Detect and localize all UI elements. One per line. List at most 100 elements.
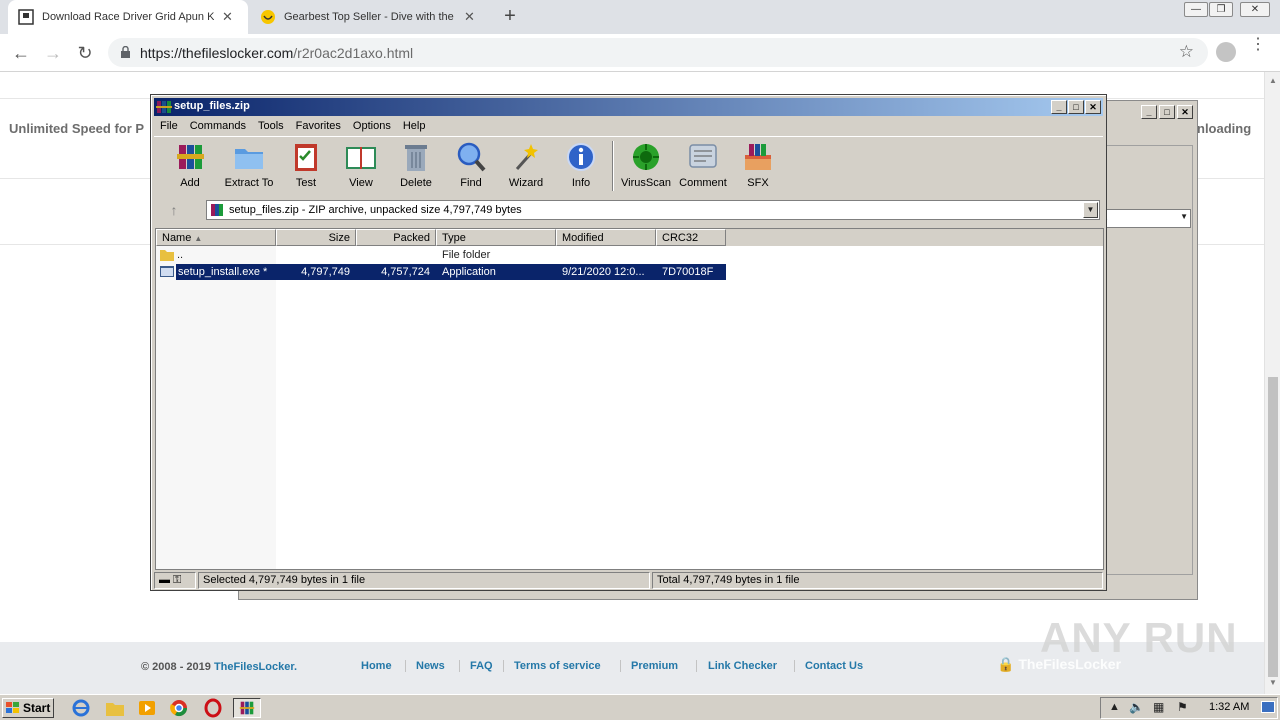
clock[interactable]: 1:32 AM [1209,701,1249,713]
wizard-button[interactable]: Wizard [497,141,555,193]
extract-folder-icon [235,149,263,169]
close-button[interactable]: ✕ [1085,100,1101,114]
volume-icon[interactable]: 🔈 [1129,700,1144,714]
footer-separator [405,660,406,672]
footer-link-terms[interactable]: Terms of service [514,660,601,672]
tool-label: Add [180,177,200,189]
browser-menu-icon[interactable]: ⋮ [1250,37,1266,62]
scroll-down-icon[interactable]: ▼ [1268,678,1278,688]
window-buttons: _ □ ✕ [1051,100,1101,114]
cell-crc [662,247,724,263]
footer-link-home[interactable]: Home [361,660,392,672]
column-packed[interactable]: Packed [356,229,436,246]
file-list[interactable]: Name ▲ Size Packed Type Modified CRC32 .… [155,228,1104,570]
up-arrow-icon[interactable]: ↑ [162,201,186,219]
cell-name: setup_install.exe * [178,266,268,278]
tab-close-icon[interactable]: ✕ [464,9,475,25]
sfx-button[interactable]: SFX [729,141,787,193]
maximize-button[interactable]: □ [1068,100,1084,114]
action-center-flag-icon[interactable]: ⚑ [1177,700,1188,714]
back-arrow-icon[interactable]: ← [10,42,32,64]
bookmark-star-icon[interactable]: ☆ [1179,42,1194,62]
tab-close-icon[interactable]: ✕ [222,9,233,25]
view-button[interactable]: View [332,141,390,193]
bg-window-buttons: _ □ ✕ [1141,105,1193,119]
address-row: ↑ setup_files.zip - ZIP archive, unpacke… [154,199,1103,221]
tool-label: Wizard [508,177,544,189]
url-text: https://thefileslocker.com/r2r0ac2d1axo.… [140,45,414,61]
footer-link-link-checker[interactable]: Link Checker [708,660,777,672]
footer-link-premium[interactable]: Premium [631,660,678,672]
show-desktop-icon[interactable] [1261,701,1275,713]
menu-favorites[interactable]: Favorites [290,117,347,135]
address-bar[interactable]: https://thefileslocker.com/r2r0ac2d1axo.… [108,38,1208,67]
column-type[interactable]: Type [436,229,556,246]
table-row-selected[interactable]: setup_install.exe * 4,797,749 4,757,724 … [156,264,756,280]
network-icon[interactable]: ▦ [1153,700,1164,714]
list-header: Name ▲ Size Packed Type Modified CRC32 [156,229,1103,246]
drive-icons[interactable]: ▬ ⚿ [154,572,196,589]
menu-options[interactable]: Options [347,117,397,135]
profile-avatar-icon[interactable] [1216,42,1236,62]
test-button[interactable]: Test [277,141,335,193]
archive-path-combo[interactable]: setup_files.zip - ZIP archive, unpacked … [206,200,1100,220]
page-scrollbar[interactable]: ▲ ▼ [1264,72,1280,694]
column-crc32[interactable]: CRC32 [656,229,726,246]
menu-help[interactable]: Help [397,117,432,135]
footer-link-contact[interactable]: Contact Us [805,660,863,672]
cell-crc: 7D70018F [662,266,714,278]
ie-icon[interactable] [70,698,92,718]
scroll-up-icon[interactable]: ▲ [1268,76,1278,86]
delete-button[interactable]: Delete [387,141,445,193]
chrome-icon[interactable] [168,698,190,718]
opera-icon[interactable] [202,698,224,718]
tool-label: Test [295,177,317,189]
forward-arrow-icon[interactable]: → [42,42,64,64]
restore-button[interactable]: ❐ [1209,2,1233,17]
virus-scan-icon [633,144,659,170]
tool-label: Extract To [224,177,274,189]
find-button[interactable]: Find [442,141,500,193]
title-bar[interactable]: setup_files.zip _ □ ✕ [154,98,1103,116]
menu-bar: File Commands Tools Favorites Options He… [154,117,1103,135]
menu-commands[interactable]: Commands [184,117,252,135]
reload-icon[interactable]: ↻ [74,42,96,64]
minimize-button[interactable]: _ [1051,100,1067,114]
menu-file[interactable]: File [154,117,184,135]
media-player-icon[interactable] [136,698,158,718]
bg-combo[interactable]: s▼ [1099,209,1191,228]
tool-label: Info [571,177,591,189]
dropdown-arrow-icon[interactable]: ▼ [1083,202,1098,218]
column-name[interactable]: Name ▲ [156,229,276,246]
scroll-thumb[interactable] [1268,377,1278,677]
tab-strip: Download Race Driver Grid Apun Ka Games … [0,0,1280,34]
test-checklist-icon [295,144,317,171]
info-icon [567,143,595,171]
add-button[interactable]: Add [161,141,219,193]
tab-race-driver[interactable]: Download Race Driver Grid Apun Ka Games … [8,0,248,34]
start-button[interactable]: Start [2,698,54,718]
explorer-folder-icon[interactable] [104,698,126,718]
virusscan-button[interactable]: VirusScan [617,141,675,193]
column-modified[interactable]: Modified [556,229,656,246]
winrar-taskbar-icon[interactable] [233,698,261,718]
minimize-button[interactable]: _ [1141,105,1157,119]
sfx-box-icon [745,144,771,170]
minimize-button[interactable]: — [1184,2,1208,17]
menu-tools[interactable]: Tools [252,117,290,135]
comment-button[interactable]: Comment [674,141,732,193]
tray-up-arrow-icon[interactable]: ▲ [1109,701,1120,713]
brand-link[interactable]: TheFilesLocker. [214,661,297,673]
footer-link-news[interactable]: News [416,660,445,672]
tab-gearbest[interactable]: Gearbest Top Seller - Dive with the Gear… [250,0,490,34]
new-tab-button[interactable]: + [500,6,520,26]
info-button[interactable]: Info [552,141,610,193]
footer-link-faq[interactable]: FAQ [470,660,493,672]
winrar-window[interactable]: setup_files.zip _ □ ✕ File Commands Tool… [150,94,1107,591]
column-size[interactable]: Size [276,229,356,246]
extract-to-button[interactable]: Extract To [220,141,278,193]
close-window-button[interactable]: ✕ [1240,2,1270,17]
table-row[interactable]: .. File folder [156,247,756,263]
close-button[interactable]: ✕ [1177,105,1193,119]
maximize-button[interactable]: □ [1159,105,1175,119]
